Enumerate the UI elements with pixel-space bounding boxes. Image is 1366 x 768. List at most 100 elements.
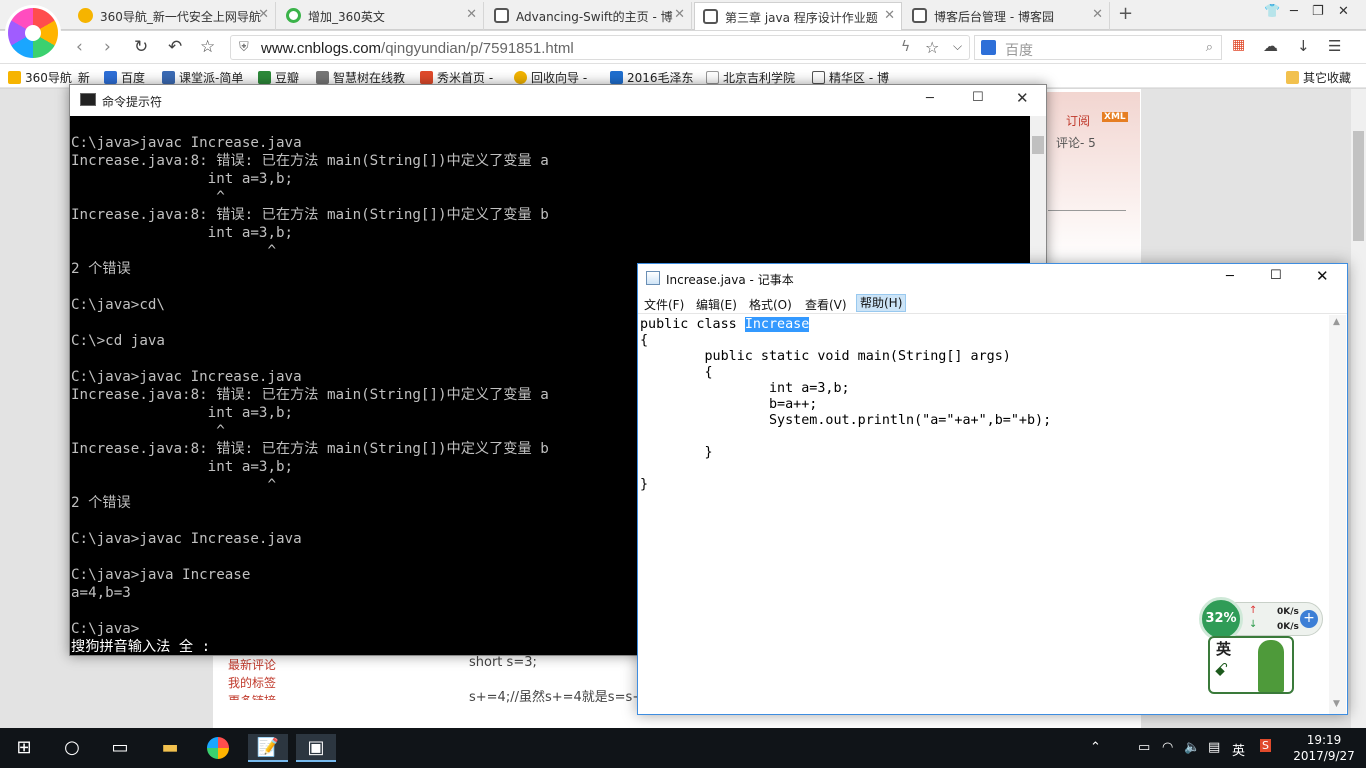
- minimize-icon[interactable]: ─: [1290, 4, 1298, 19]
- close-icon[interactable]: ✕: [674, 7, 685, 22]
- shield-icon: ⛨: [239, 40, 249, 55]
- url-bar[interactable]: ⛨ www.cnblogs.com/qingyundian/p/7591851.…: [230, 35, 970, 60]
- plus-icon[interactable]: +: [1300, 610, 1318, 628]
- tab-label: 增加_360英文: [308, 10, 385, 24]
- bookmark-label: 课堂派-简单: [179, 71, 244, 85]
- notepad-titlebar[interactable]: Increase.java - 记事本 ─ ☐ ✕: [638, 264, 1347, 292]
- clock[interactable]: 19:19 2017/9/27: [1288, 732, 1360, 764]
- undo-icon[interactable]: ↶: [168, 37, 182, 57]
- cactus-icon: [1258, 640, 1284, 692]
- download-icon[interactable]: ↓: [1297, 37, 1310, 55]
- notepad-taskbar-icon[interactable]: 📝: [248, 734, 288, 762]
- file-explorer-icon[interactable]: ▬: [152, 734, 188, 762]
- new-tab-button[interactable]: +: [1118, 3, 1133, 24]
- comment-count: 评论- 5: [1056, 136, 1096, 150]
- xml-badge[interactable]: XML: [1102, 112, 1128, 122]
- browser-360-icon[interactable]: [200, 734, 236, 762]
- search-circle-icon[interactable]: ○: [54, 734, 90, 762]
- close-icon[interactable]: ✕: [1092, 7, 1103, 22]
- favorite-star-icon[interactable]: ☆: [925, 38, 939, 57]
- clock-time: 19:19: [1306, 733, 1342, 747]
- notepad-scrollbar[interactable]: ▲ ▼: [1329, 315, 1346, 714]
- menu-format[interactable]: 格式(O): [749, 296, 792, 313]
- tab-label: 360导航_新一代安全上网导航: [100, 10, 261, 24]
- menu-view[interactable]: 查看(V): [805, 296, 847, 313]
- bookmark-label: 百度: [121, 71, 146, 85]
- volume-icon[interactable]: 🔈: [1184, 740, 1200, 755]
- back-icon[interactable]: ‹: [76, 37, 83, 57]
- ime-skin-widget[interactable]: 英 ꗃ: [1208, 636, 1294, 694]
- maximize-icon[interactable]: ☐: [1270, 268, 1282, 283]
- tab-blog-admin[interactable]: 博客后台管理 - 博客园 ✕: [904, 2, 1110, 30]
- lightning-icon[interactable]: ϟ: [901, 39, 910, 55]
- url-host: www.cnblogs.com: [261, 40, 382, 57]
- close-icon[interactable]: ✕: [884, 8, 895, 23]
- maximize-icon[interactable]: ❐: [1312, 4, 1324, 19]
- task-view-icon[interactable]: ▭: [102, 734, 138, 762]
- tab-java-homework[interactable]: 第三章 java 程序设计作业题 ✕: [694, 2, 902, 30]
- memory-percent[interactable]: 32%: [1199, 597, 1243, 641]
- bookmark-label: 360导航_新: [25, 71, 90, 85]
- menu-file[interactable]: 文件(F): [644, 296, 684, 313]
- cmd-line: Increase.java:8: 错误: 已在方法 main(String[])…: [71, 153, 549, 169]
- close-icon[interactable]: ✕: [466, 7, 477, 22]
- menu-help[interactable]: 帮助(H): [856, 294, 907, 312]
- menu-edit[interactable]: 编辑(E): [696, 296, 737, 313]
- menu-icon[interactable]: ☰: [1328, 37, 1341, 55]
- sidebar-link-tags[interactable]: 我的标签: [228, 674, 276, 691]
- forward-icon[interactable]: ›: [104, 37, 111, 57]
- subscribe-link[interactable]: 订阅: [1066, 112, 1090, 129]
- blog-header-panel: 订阅 XML 评论- 5: [1040, 92, 1140, 262]
- minimize-icon[interactable]: ─: [926, 91, 934, 106]
- notepad-icon: [646, 271, 660, 285]
- refresh-icon[interactable]: ↻: [134, 37, 148, 57]
- chevron-down-icon[interactable]: ⌵: [953, 39, 962, 54]
- tab-bar: 360导航_新一代安全上网导航 ✕ 增加_360英文 ✕ Advancing-S…: [0, 0, 1366, 30]
- scroll-down-icon[interactable]: ▼: [1333, 699, 1340, 709]
- close-icon[interactable]: ✕: [1016, 89, 1029, 107]
- browser-logo-icon[interactable]: [8, 8, 58, 58]
- close-icon[interactable]: ✕: [258, 7, 269, 22]
- apps-icon[interactable]: ▦: [1232, 37, 1245, 53]
- divider: [1048, 210, 1126, 211]
- minimize-icon[interactable]: ─: [1226, 269, 1234, 284]
- chevron-up-icon[interactable]: ⌃: [1090, 740, 1101, 755]
- maximize-icon[interactable]: ☐: [972, 90, 984, 105]
- tab-advancing-swift[interactable]: Advancing-Swift的主页 - 博 ✕: [486, 2, 692, 30]
- cnblogs-icon: [494, 8, 509, 23]
- notepad-menubar: 文件(F) 编辑(E) 格式(O) 查看(V) 帮助(H): [638, 292, 1347, 314]
- scrollbar-thumb[interactable]: [1032, 136, 1044, 154]
- scroll-up-icon[interactable]: ▲: [1333, 317, 1340, 327]
- cloud-icon[interactable]: ☁: [1263, 37, 1278, 55]
- tab-360nav[interactable]: 360导航_新一代安全上网导航 ✕: [70, 2, 276, 30]
- windows-start-icon[interactable]: ⊞: [6, 734, 42, 762]
- bookmark-other[interactable]: 其它收藏: [1286, 69, 1351, 86]
- close-icon[interactable]: ✕: [1316, 267, 1329, 285]
- scrollbar-thumb[interactable]: [1353, 131, 1364, 241]
- search-box[interactable]: 百度 ⌕: [974, 35, 1222, 60]
- code-text: public class: [640, 317, 745, 332]
- address-toolbar: ‹ › ↻ ↶ ☆ ⛨ www.cnblogs.com/qingyundian/…: [0, 31, 1366, 64]
- battery-icon[interactable]: ▭: [1138, 740, 1150, 755]
- star-icon[interactable]: ☆: [200, 37, 215, 57]
- shirt-icon[interactable]: 👕: [1264, 4, 1280, 19]
- page-scrollbar[interactable]: [1351, 89, 1366, 728]
- close-window-icon[interactable]: ✕: [1338, 4, 1349, 19]
- selected-text: Increase: [744, 317, 810, 332]
- ime-indicator[interactable]: 英: [1232, 740, 1245, 759]
- download-speed: 0K/s: [1277, 622, 1299, 632]
- sidebar-link-latest-comments[interactable]: 最新评论: [228, 656, 276, 673]
- bookmark-label: 智慧树在线教: [333, 71, 406, 85]
- notification-icon[interactable]: ▤: [1208, 740, 1220, 755]
- url-text: www.cnblogs.com/qingyundian/p/7591851.ht…: [261, 40, 574, 57]
- sogou-icon[interactable]: S: [1260, 739, 1271, 752]
- speed-widget[interactable]: 32% ↑ ↓ 0K/s 0K/s +: [1199, 597, 1325, 641]
- article-code-line: s+=4;//虽然s+=4就是s=s+: [469, 690, 644, 705]
- wifi-icon[interactable]: ◠: [1162, 740, 1173, 755]
- 360-icon: [78, 8, 93, 23]
- cmd-titlebar[interactable]: 命令提示符 ─ ☐ ✕: [70, 85, 1046, 116]
- sidebar-link-more[interactable]: 更多链接: [228, 692, 276, 700]
- search-icon[interactable]: ⌕: [1206, 40, 1213, 55]
- cmd-taskbar-icon[interactable]: ▣: [296, 734, 336, 762]
- tab-360english[interactable]: 增加_360英文 ✕: [278, 2, 484, 30]
